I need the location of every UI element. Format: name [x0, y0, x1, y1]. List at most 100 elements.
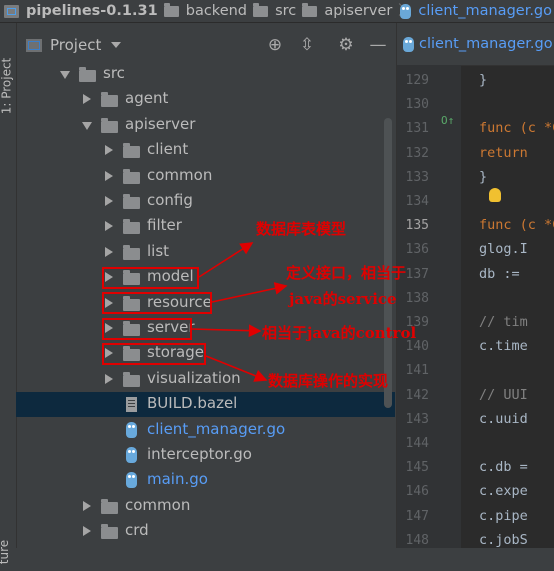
tree-item-main-go[interactable]: main.go [16, 468, 395, 493]
breadcrumb-src[interactable]: src [249, 3, 298, 19]
implements-marker-icon[interactable]: O↑ [441, 114, 454, 127]
line-gutter [397, 65, 461, 548]
tree-item-config[interactable]: config [16, 189, 395, 214]
tree-item-agent[interactable]: agent [16, 87, 395, 112]
tree-item-label: filter [147, 216, 182, 234]
go-file-icon [126, 422, 137, 438]
tree-item-label: interceptor.go [147, 445, 252, 463]
line-number: 138 [397, 291, 429, 306]
lightbulb-icon[interactable] [489, 188, 501, 202]
chevron-right-icon[interactable] [105, 374, 113, 384]
code-line: } [479, 72, 487, 88]
chevron-right-icon[interactable] [83, 501, 91, 511]
code-editor[interactable]: client_manager.go 129} 130 131 func (c *C 13… [396, 23, 554, 548]
project-tool-tab[interactable]: 1: Project [0, 55, 16, 121]
project-icon [4, 5, 19, 18]
tree-item-label: config [147, 191, 193, 209]
folder-icon [123, 172, 140, 184]
code-line: // UUI [479, 387, 528, 403]
code-line: glog.I [479, 241, 528, 257]
code-line: return [479, 145, 528, 161]
chevron-right-icon[interactable] [83, 526, 91, 536]
line-number: 144 [397, 436, 429, 451]
tree-item-crd[interactable]: crd [16, 519, 395, 544]
tree-item-label: agent [125, 89, 168, 107]
breadcrumb: pipelines-0.1.31 backend src apiserver c… [0, 0, 554, 23]
folder-icon [101, 502, 118, 514]
project-view-selector[interactable]: Project [26, 36, 121, 54]
folder-icon [123, 197, 140, 209]
folder-icon [302, 6, 317, 17]
chevron-down-icon[interactable] [60, 71, 70, 79]
line-number: 143 [397, 412, 429, 427]
folder-icon [123, 146, 140, 158]
folder-icon [123, 222, 140, 234]
code-line: c.db = [479, 459, 528, 475]
chevron-down-icon[interactable] [82, 122, 92, 130]
tree-item-interceptor-go[interactable]: interceptor.go [16, 443, 395, 468]
tree-item-label: crd [125, 521, 149, 539]
line-number: 131 [397, 121, 429, 136]
tree-item-label: client_manager.go [147, 420, 285, 438]
line-number: 135 [397, 218, 429, 233]
tree-item-common[interactable]: common [16, 164, 395, 189]
chevron-right-icon[interactable] [83, 94, 91, 104]
hide-panel-icon[interactable]: — [368, 35, 388, 55]
bazel-file-icon [126, 397, 137, 412]
project-view-icon [26, 39, 42, 52]
structure-tool-tab[interactable]: ture [0, 531, 16, 571]
tree-item-label: src [103, 64, 125, 82]
annotation-resource-2: java的service [289, 288, 397, 309]
code-line: } [479, 169, 487, 185]
line-number: 133 [397, 170, 429, 185]
code-line: func (c *C [479, 120, 554, 136]
chevron-right-icon[interactable] [105, 171, 113, 181]
tree-item-label: apiserver [125, 115, 195, 133]
go-file-icon [403, 37, 414, 52]
breadcrumb-file[interactable]: client_manager.go [394, 3, 554, 19]
editor-tab-client-manager[interactable]: client_manager.go [397, 23, 554, 66]
code-line: c.time [479, 338, 528, 354]
tree-item-src[interactable]: src [16, 62, 395, 87]
line-number: 134 [397, 194, 429, 209]
line-number: 141 [397, 363, 429, 378]
dropdown-arrow-icon [111, 42, 121, 48]
tool-window-strip: 1: Project ture [0, 23, 17, 548]
breadcrumb-project[interactable]: pipelines-0.1.31 [0, 3, 160, 19]
tree-item-label: common [125, 496, 190, 514]
code-line: db := [479, 266, 520, 282]
folder-icon [79, 70, 96, 82]
chevron-right-icon[interactable] [105, 145, 113, 155]
gear-icon[interactable]: ⚙ [336, 35, 356, 55]
line-number: 129 [397, 73, 429, 88]
line-number: 145 [397, 460, 429, 475]
tree-item-client-manager-go[interactable]: client_manager.go [16, 418, 395, 443]
code-line: func (c *C [479, 217, 554, 233]
annotation-resource-1: 定义接口，相当于 [286, 262, 406, 283]
chevron-right-icon[interactable] [105, 221, 113, 231]
breadcrumb-apiserver[interactable]: apiserver [298, 3, 394, 19]
code-line: c.uuid [479, 411, 528, 427]
folder-icon [123, 248, 140, 260]
tree-item-label: list [147, 242, 169, 260]
chevron-right-icon[interactable] [105, 196, 113, 206]
tree-item-build-bazel[interactable]: BUILD.bazel [16, 392, 395, 417]
project-panel-toolbar: Project ⊕ ⇳ ⚙ — [16, 23, 395, 67]
locate-file-icon[interactable]: ⊕ [265, 35, 285, 55]
chevron-right-icon[interactable] [105, 247, 113, 257]
tree-item-common[interactable]: common [16, 494, 395, 519]
folder-icon [123, 375, 140, 387]
line-number: 146 [397, 484, 429, 499]
tree-item-apiserver[interactable]: apiserver [16, 113, 395, 138]
tree-item-client[interactable]: client [16, 138, 395, 163]
collapse-all-icon[interactable]: ⇳ [297, 35, 317, 55]
folder-icon [101, 95, 118, 107]
annotation-storage: 数据库操作的实现 [268, 370, 388, 391]
line-number: 130 [397, 97, 429, 112]
go-file-icon [126, 447, 137, 463]
breadcrumb-backend[interactable]: backend [160, 3, 249, 19]
code-line: c.expe [479, 483, 528, 499]
folder-icon [253, 6, 268, 17]
project-panel: Project ⊕ ⇳ ⚙ — srcagentapiserverclientc… [16, 23, 395, 548]
code-line: c.pipe [479, 508, 528, 524]
